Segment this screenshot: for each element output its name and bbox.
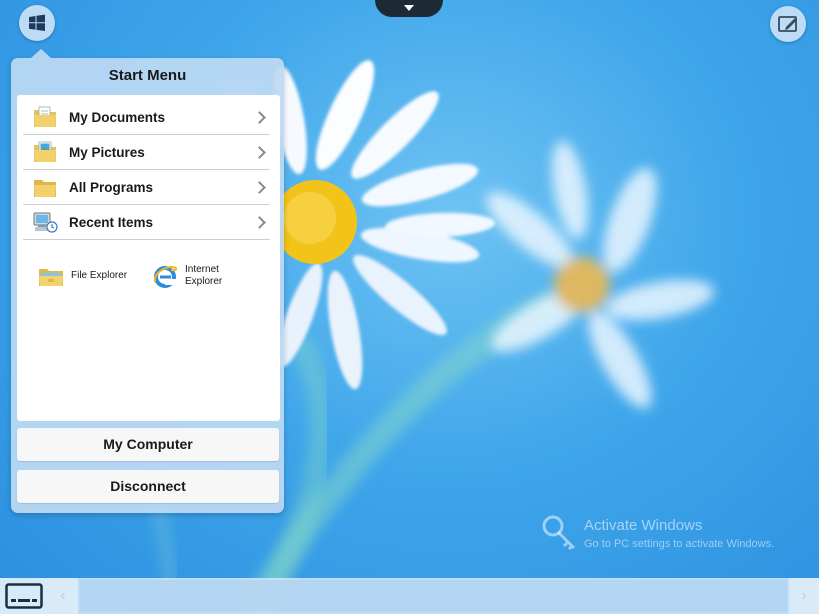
scroll-right-button[interactable]: › [789,578,819,614]
programs-folder-icon [34,180,56,197]
keyboard-icon [5,583,43,609]
taskbar-scroll-track[interactable] [80,580,787,612]
my-computer-button[interactable]: My Computer [17,428,279,461]
remote-desktop-screen: Start Menu My Documents My Pictures All … [0,0,819,614]
watermark-subtitle: Go to PC settings to activate Windows. [584,538,775,550]
key-icon [542,515,576,551]
disconnect-button[interactable]: Disconnect [17,470,279,503]
tile-label: Internet Explorer [185,264,223,287]
edit-note-icon [778,16,797,32]
windows-logo-icon [29,14,45,31]
tile-internet-explorer[interactable]: Internet Explorer [151,258,261,294]
scroll-left-button[interactable]: ‹ [48,578,78,614]
tile-label: File Explorer [71,270,128,281]
menu-item-my-documents[interactable]: My Documents [23,100,270,135]
start-menu-card: My Documents My Pictures All Programs Re… [17,95,280,421]
menu-item-all-programs[interactable]: All Programs [23,170,270,205]
menu-item-label: All Programs [69,179,154,195]
pinned-apps: File Explorer Internet Explorer [37,258,267,298]
activate-windows-watermark: Activate Windows Go to PC settings to ac… [540,512,810,556]
connection-bar-tab[interactable] [375,0,443,17]
chevron-right-icon [253,215,266,229]
start-menu-panel: Start Menu My Documents My Pictures All … [11,49,284,513]
file-explorer-icon [39,269,63,286]
menu-item-label: My Documents [69,109,166,125]
start-button[interactable] [19,5,55,41]
start-menu-title: Start Menu [108,67,187,84]
documents-folder-icon [34,106,56,127]
menu-item-my-pictures[interactable]: My Pictures [23,135,270,170]
menu-item-label: My Pictures [69,144,145,160]
internet-explorer-icon [153,266,178,288]
watermark-title: Activate Windows [584,517,703,534]
start-menu-list: My Documents My Pictures All Programs Re… [23,100,270,240]
menu-item-recent-items[interactable]: Recent Items [23,205,270,240]
chevron-right-icon [253,145,266,159]
tile-file-explorer[interactable]: File Explorer [37,258,142,294]
chevron-down-icon [404,4,414,11]
keyboard-button[interactable] [0,578,48,614]
keyboard-toggle-button[interactable] [770,6,806,42]
chevron-left-icon: ‹ [60,587,66,604]
bottom-navigation-bar: ‹ › [0,578,819,614]
chevron-right-icon [253,110,266,124]
pictures-folder-icon [34,141,56,162]
chevron-right-icon: › [801,587,807,604]
recent-items-icon [33,212,58,233]
chevron-right-icon [253,180,266,194]
menu-item-label: Recent Items [69,214,154,230]
